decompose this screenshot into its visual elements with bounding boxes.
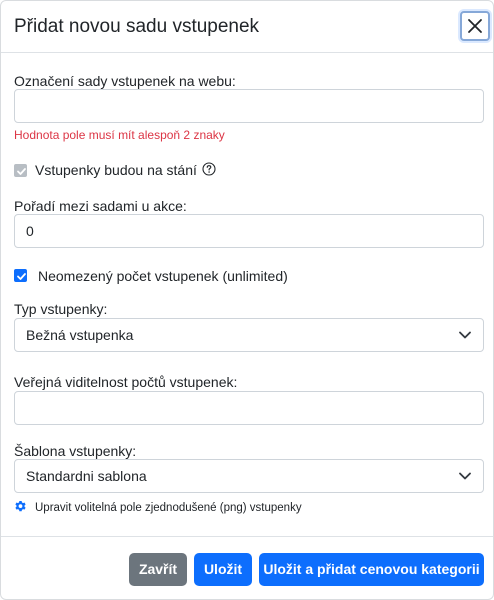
gear-icon[interactable]: [14, 500, 27, 513]
ticket-type-label: Typ vstupenky:: [14, 301, 108, 317]
web-name-label: Označení sady vstupenek na webu:: [14, 73, 236, 89]
add-ticket-set-modal: Přidat novou sadu vstupenek Označení sad…: [0, 0, 494, 600]
standing-checkbox[interactable]: [14, 164, 27, 177]
close-modal-button[interactable]: Zavřít: [129, 553, 187, 586]
ticket-type-select[interactable]: Bežná vstupenka: [14, 318, 484, 352]
question-circle-icon[interactable]: [202, 162, 216, 176]
ticket-type-selected: Bežná vstupenka: [26, 327, 134, 343]
chevron-down-icon: [459, 331, 471, 339]
template-selected: Standardni sablona: [26, 468, 147, 484]
checkmark-icon: [17, 273, 26, 280]
unlimited-checkbox[interactable]: [14, 269, 27, 282]
visibility-label: Veřejná viditelnost počtů vstupenek:: [14, 374, 238, 390]
save-button[interactable]: Uložit: [194, 553, 252, 586]
web-name-error: Hodnota pole musí mít alespoň 2 znaky: [14, 128, 225, 142]
template-label: Šablona vstupenky:: [14, 443, 137, 459]
modal-header: Přidat novou sadu vstupenek: [1, 1, 493, 53]
standing-label: Vstupenky budou na stání: [35, 162, 197, 178]
optional-fields-link[interactable]: Upravit volitelná pole zjednodušené (png…: [35, 501, 302, 515]
modal-title: Přidat novou sadu vstupenek: [14, 16, 260, 37]
chevron-down-icon: [459, 472, 471, 480]
web-name-input[interactable]: [14, 89, 484, 123]
save-and-add-price-category-button[interactable]: Uložit a přidat cenovou kategorii: [259, 553, 484, 586]
order-input[interactable]: 0: [14, 214, 484, 248]
close-icon: [468, 19, 482, 33]
close-button[interactable]: [460, 11, 490, 41]
checkmark-icon: [17, 168, 26, 175]
template-select[interactable]: Standardni sablona: [14, 459, 484, 493]
visibility-input[interactable]: [14, 391, 484, 425]
unlimited-label: Neomezený počet vstupenek (unlimited): [38, 268, 288, 284]
order-label: Pořadí mezi sadami u akce:: [14, 198, 187, 214]
